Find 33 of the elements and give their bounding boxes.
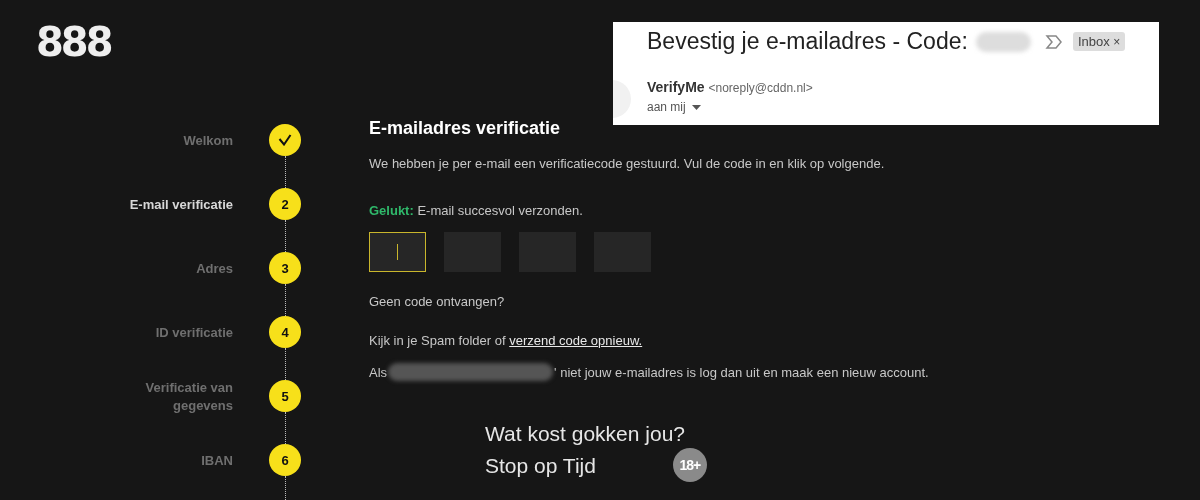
intro-text: We hebben je per e-mail een verificatiecode gestuurd. Vul de code in en klik op volgende. [369,156,886,171]
step-label: E-mail verificatie [128,196,233,214]
no-code-text: Geen code ontvangen? [369,294,506,309]
email-subject: Bevestig je e-mailadres - Code: [647,28,968,55]
slogan-text: Wat kost gokken jou? [485,421,686,447]
slogan-text: Stop op Tijd [485,452,596,479]
step-circle: 4 [269,316,301,348]
logo: 888 [36,20,111,64]
step-label: Welkom [182,132,233,150]
check-icon [278,134,292,146]
step-label: Verificatie van gegevens [144,379,233,415]
success-message: Gelukt: E-mail succesvol verzonden. [369,203,584,218]
spam-text: Kijk in je Spam folder of verzend code opnieuw. [369,333,644,348]
redacted-mark [975,31,1031,52]
step-circle: 3 [269,252,301,284]
recipient-dropdown[interactable]: aan mij [647,100,701,114]
step-circle: 5 [269,380,301,412]
step-label: ID verificatie [154,324,233,342]
sender-name: VerifyMe [647,79,705,95]
sender-address: <noreply@cddn.nl> [708,81,813,95]
importance-icon[interactable] [1044,33,1063,50]
step-label: IBAN [200,452,233,470]
code-field[interactable] [369,232,426,272]
step-circle: 2 [269,188,301,220]
logout-text: ' niet jouw e-mailadres is log dan uit en maak een nieuw account. [554,364,929,380]
form-title: E-mailadres verificatie [369,118,562,139]
age-badge: 18+ [672,448,707,482]
logout-text: Als [369,364,388,380]
caret-icon [691,104,701,110]
resend-link[interactable]: verzend code opnieuw. [509,333,643,348]
step-circle: 6 [269,444,301,476]
inbox-label[interactable]: Inbox × [1072,32,1126,51]
step-label: Adres [195,260,233,278]
